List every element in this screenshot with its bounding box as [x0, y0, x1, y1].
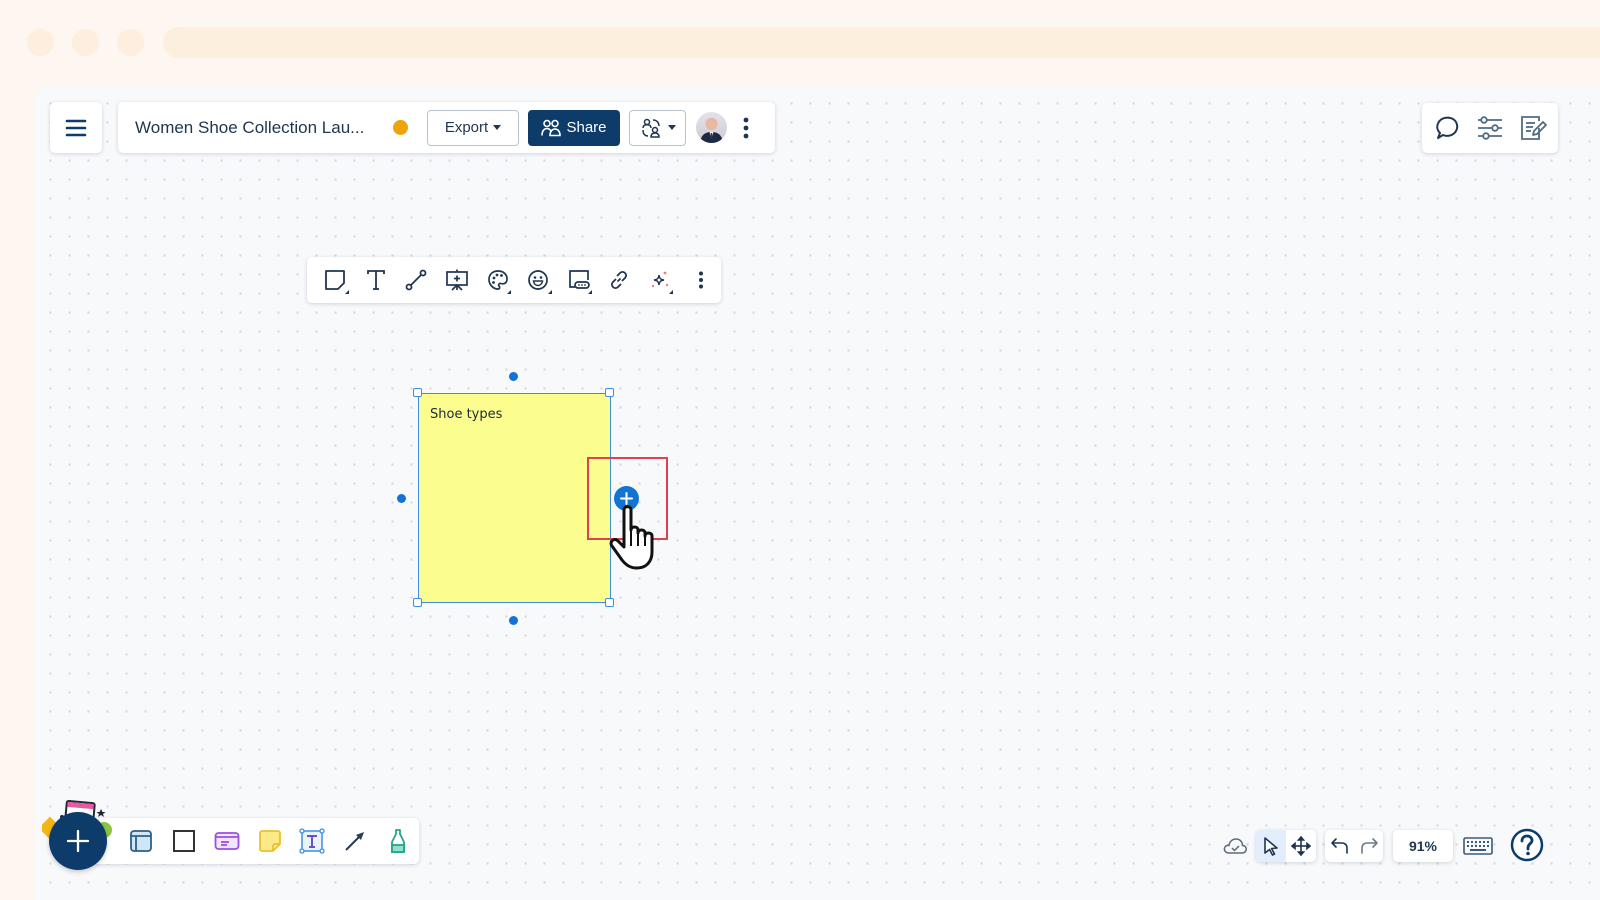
zoom-level-button[interactable]: 91% — [1393, 830, 1453, 862]
text-button[interactable] — [356, 260, 397, 300]
ai-sparkle-icon — [649, 269, 671, 291]
resize-handle-bottom-right[interactable] — [605, 598, 614, 607]
context-toolbar — [307, 257, 721, 303]
rectangle-icon — [172, 829, 196, 853]
help-button[interactable] — [1509, 827, 1545, 863]
connector-anchor-bottom[interactable] — [509, 616, 518, 625]
pointer-arrow-icon — [1263, 836, 1279, 856]
hamburger-icon — [65, 119, 87, 137]
address-bar — [163, 27, 1600, 58]
creation-toolbar — [92, 818, 419, 864]
share-button[interactable]: Share — [528, 109, 620, 146]
more-options-button[interactable] — [738, 113, 754, 143]
export-button[interactable]: Export — [427, 109, 519, 146]
resize-handle-top-right[interactable] — [605, 388, 614, 397]
text-icon — [366, 269, 386, 291]
help-question-icon — [1510, 828, 1544, 862]
button-widget-icon — [567, 269, 591, 291]
share-label: Share — [566, 119, 607, 136]
frame-icon — [129, 829, 153, 853]
users-icon — [541, 119, 562, 137]
collaboration-mode-button[interactable] — [629, 109, 686, 146]
select-tool-button[interactable] — [1256, 830, 1286, 862]
resize-handle-bottom-left[interactable] — [413, 598, 422, 607]
submenu-indicator — [588, 290, 593, 294]
pointer-mode-group — [1256, 830, 1316, 862]
ai-assist-button[interactable] — [640, 260, 681, 300]
keyboard-shortcuts-button[interactable] — [1463, 835, 1493, 857]
submenu-indicator — [669, 290, 674, 294]
color-button[interactable] — [477, 260, 518, 300]
link-button[interactable] — [599, 260, 640, 300]
presentation-add-icon — [445, 268, 469, 292]
right-tools-panel — [1422, 103, 1558, 153]
resize-handle-top-left[interactable] — [413, 388, 422, 397]
submenu-indicator — [547, 290, 552, 294]
emoji-icon — [527, 269, 549, 291]
keyboard-icon — [1463, 836, 1493, 856]
undo-icon — [1330, 836, 1350, 856]
add-to-presentation-button[interactable] — [437, 260, 478, 300]
window-dot-close — [27, 29, 54, 56]
comments-button[interactable] — [1427, 108, 1467, 148]
text-box-tool[interactable] — [291, 821, 334, 861]
card-icon — [214, 831, 240, 851]
link-icon — [608, 269, 630, 291]
caret-down-icon — [493, 125, 502, 130]
sync-status-indicator — [393, 120, 408, 135]
plus-icon — [66, 829, 90, 853]
submenu-indicator — [506, 290, 511, 294]
text-box-icon — [299, 828, 325, 854]
add-templates-button[interactable] — [49, 812, 107, 870]
rectangle-tool[interactable] — [163, 821, 206, 861]
settings-sliders-icon — [1476, 115, 1504, 141]
move-arrows-icon — [1291, 836, 1311, 856]
comment-icon — [1433, 114, 1461, 142]
color-palette-icon — [487, 269, 509, 291]
hand-pointer-cursor-icon — [606, 500, 664, 572]
window-dot-maximize — [117, 29, 144, 56]
connector-button[interactable] — [396, 260, 437, 300]
redo-button[interactable] — [1354, 830, 1383, 862]
export-label: Export — [444, 119, 489, 136]
connector-anchor-top[interactable] — [509, 372, 518, 381]
notes-button[interactable] — [1513, 108, 1553, 148]
pan-tool-button[interactable] — [1286, 830, 1316, 862]
change-shape-button[interactable] — [315, 260, 356, 300]
user-avatar[interactable] — [696, 112, 727, 143]
frame-tool[interactable] — [120, 821, 163, 861]
submenu-indicator — [344, 290, 349, 294]
card-tool[interactable] — [205, 821, 248, 861]
arrow-tool[interactable] — [334, 821, 377, 861]
connector-line-icon — [405, 269, 427, 291]
sticky-note[interactable]: Shoe types — [418, 393, 611, 603]
sticky-shape-icon — [324, 269, 346, 291]
kebab-icon — [698, 271, 704, 289]
redo-icon — [1359, 836, 1379, 856]
whiteboard-canvas[interactable] — [35, 88, 1600, 900]
settings-button[interactable] — [1470, 108, 1510, 148]
marker-tool[interactable] — [376, 821, 419, 861]
arrow-icon — [343, 829, 367, 853]
button-widget-button[interactable] — [559, 260, 600, 300]
notes-edit-icon — [1519, 114, 1547, 142]
sticky-note-tool[interactable] — [248, 821, 291, 861]
document-header: Women Shoe Collection Lau... Export Shar… — [118, 102, 775, 153]
window-dot-minimize — [72, 29, 99, 56]
emoji-button[interactable] — [518, 260, 559, 300]
sticky-note-icon — [258, 829, 282, 853]
caret-down-icon — [667, 125, 676, 130]
history-group — [1325, 830, 1383, 862]
undo-button[interactable] — [1325, 830, 1354, 862]
cloud-saved-icon — [1221, 833, 1249, 859]
document-title[interactable]: Women Shoe Collection Lau... — [135, 118, 387, 138]
marker-icon — [388, 828, 408, 854]
user-switch-icon — [640, 117, 662, 139]
kebab-icon — [743, 117, 749, 139]
more-actions-button[interactable] — [680, 260, 721, 300]
main-menu-button[interactable] — [50, 102, 102, 153]
sticky-note-text[interactable]: Shoe types — [430, 407, 502, 422]
connector-anchor-left[interactable] — [397, 494, 406, 503]
